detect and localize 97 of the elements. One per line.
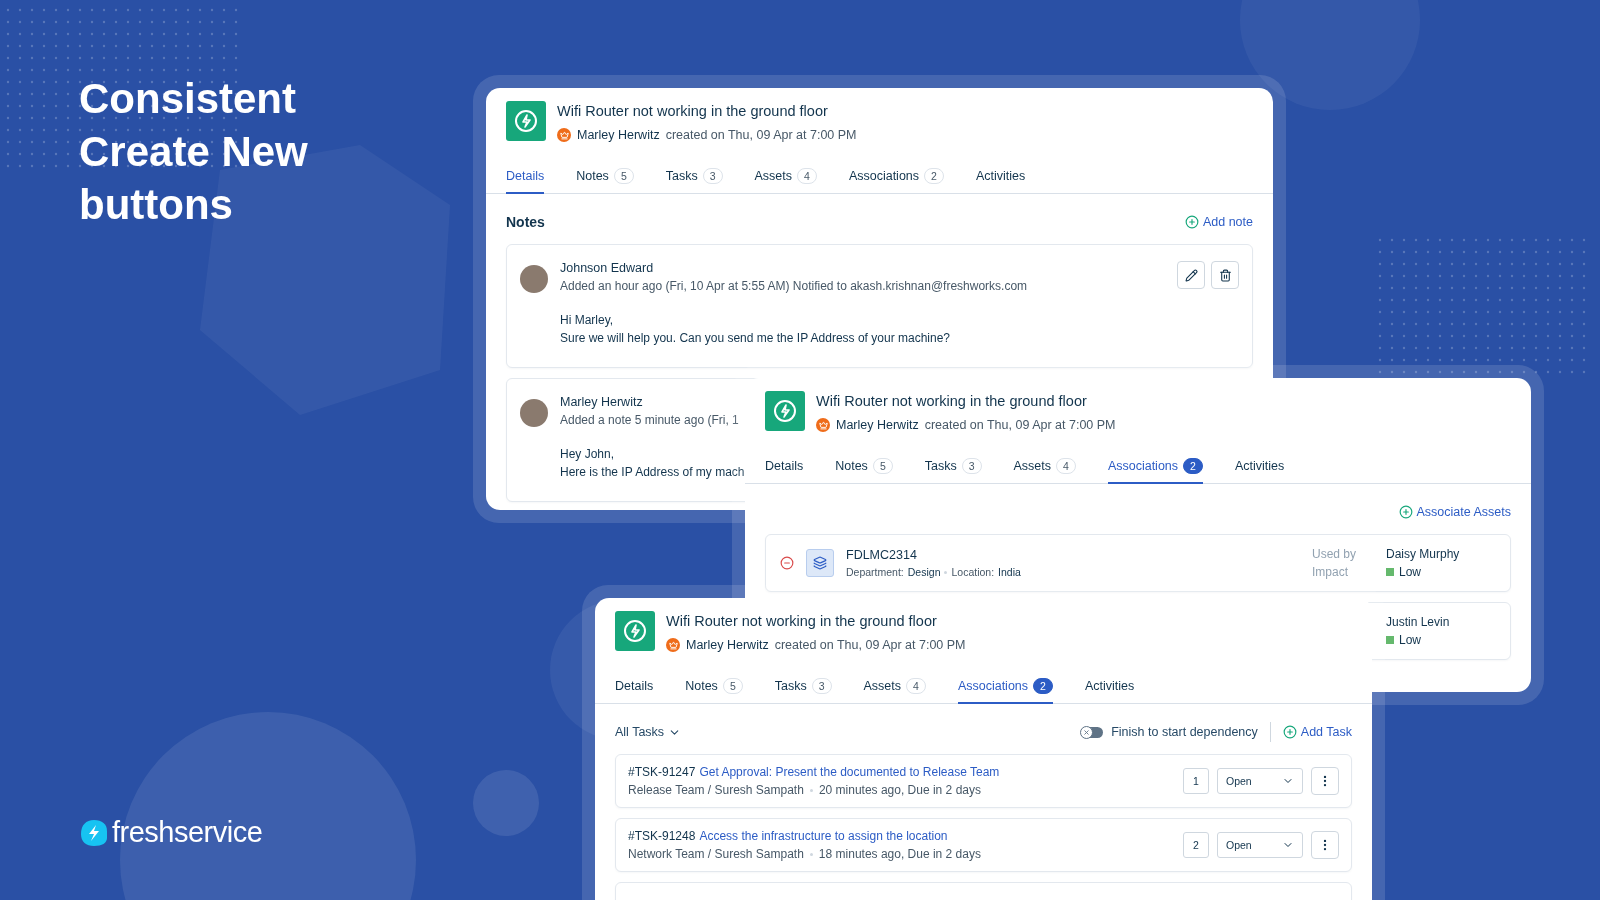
tab[interactable]: Details: [615, 674, 654, 704]
ticket-icon: [765, 391, 805, 431]
author-name: Marley Herwitz: [577, 128, 660, 142]
headline: Consistent Create New buttons: [79, 74, 309, 230]
count-badge: 5: [613, 168, 634, 184]
status-dropdown[interactable]: Open: [1217, 832, 1303, 858]
order-field[interactable]: 2: [1183, 832, 1209, 858]
tab[interactable]: Tasks 3: [665, 164, 723, 194]
tab[interactable]: Activities: [1234, 454, 1285, 484]
layers-icon: [813, 556, 827, 570]
user-name: Justin Levin: [1386, 615, 1451, 629]
field-label: Location:: [951, 566, 995, 578]
count-badge: 3: [961, 458, 982, 474]
impact-value: Low: [1399, 565, 1421, 579]
task-id: #TSK-91247: [628, 765, 696, 779]
count-badge: 4: [1056, 458, 1076, 474]
note-author: Johnson Edward: [560, 261, 654, 275]
task-link[interactable]: Get Approval: Present the documented to Release Team: [699, 765, 1000, 779]
count-badge: 3: [702, 168, 723, 184]
bolt-logo-icon: [80, 818, 108, 847]
tab[interactable]: Tasks 3: [774, 674, 832, 704]
count-badge: 5: [722, 678, 743, 694]
tab[interactable]: Tasks 3: [924, 454, 982, 484]
note-meta: Added an hour ago (Fri, 10 Apr at 5:55 AM) Notified to akash.krishnan@freshworks.com: [560, 279, 1028, 293]
tab[interactable]: Assets 4: [1013, 454, 1076, 484]
brand-name: freshservice: [112, 816, 263, 849]
trash-icon: [1218, 268, 1232, 282]
tab[interactable]: Details: [765, 454, 804, 484]
ticket-icon: [506, 101, 546, 141]
order-field[interactable]: 1: [1183, 768, 1209, 794]
asset-name: FDLMC2314: [846, 548, 918, 562]
plus-icon: [1184, 215, 1199, 229]
add-link[interactable]: Associate Assets: [1398, 505, 1511, 519]
impact-square: [1386, 568, 1394, 576]
ticket-title: Wifi Router not working in the ground floor: [557, 103, 829, 119]
ticket-icon: [615, 611, 655, 651]
field-label: Department:: [846, 566, 904, 578]
tab[interactable]: Notes 5: [835, 454, 893, 484]
remove-icon[interactable]: [780, 556, 794, 570]
close-icon: [1083, 728, 1091, 736]
tab[interactable]: Activities: [1084, 674, 1135, 704]
filter-dropdown[interactable]: All Tasks: [615, 725, 682, 739]
tab[interactable]: Assets 4: [863, 674, 926, 704]
count-badge: 2: [924, 168, 944, 184]
task-team: Release Team / Suresh Sampath: [628, 783, 804, 797]
tab[interactable]: Assets 4: [754, 164, 817, 194]
author-name: Marley Herwitz: [836, 418, 919, 432]
pencil-icon: [1184, 268, 1198, 282]
count-badge: 4: [906, 678, 926, 694]
tab[interactable]: Details: [506, 164, 545, 194]
tab[interactable]: Notes 5: [576, 164, 634, 194]
field-value: Design: [907, 566, 941, 578]
task-time: 18 minutes ago, Due in 2 days: [818, 847, 981, 861]
tab[interactable]: Associations 2: [1107, 454, 1203, 484]
field-value: India: [998, 566, 1021, 578]
add-link[interactable]: Add Task: [1282, 725, 1352, 739]
created-date: created on Thu, 09 Apr at 7:00 PM: [774, 638, 966, 652]
tab[interactable]: Activities: [975, 164, 1026, 194]
tab[interactable]: Associations 2: [957, 674, 1053, 704]
edit-button[interactable]: [1177, 261, 1205, 289]
add-link[interactable]: Add note: [1184, 215, 1253, 229]
impact-value: Low: [1399, 633, 1421, 647]
count-badge: 5: [872, 458, 893, 474]
impact-square: [1386, 636, 1394, 644]
impact-label: Impact: [1312, 565, 1349, 579]
delete-button[interactable]: [1211, 261, 1239, 289]
tab[interactable]: Notes 5: [685, 674, 743, 704]
note-text: Here is the IP Address of my mach: [560, 465, 745, 479]
plus-icon: [1398, 505, 1413, 519]
count-badge: 2: [1183, 458, 1203, 474]
task-link[interactable]: Access the infrastructure to assign the location: [699, 829, 948, 843]
task-time: 20 minutes ago, Due in 2 days: [818, 783, 981, 797]
ticket-title: Wifi Router not working in the ground floor: [816, 393, 1088, 409]
tab[interactable]: Associations 2: [848, 164, 944, 194]
toggle-switch[interactable]: [1081, 726, 1104, 738]
note-text: Hi Marley,: [560, 313, 614, 327]
note-text: Sure we will help you. Can you send me the IP Address of your machine?: [560, 331, 950, 345]
status-dropdown[interactable]: Open: [1217, 768, 1303, 794]
avatar: [520, 399, 548, 427]
ticket-title: Wifi Router not working in the ground floor: [666, 613, 938, 629]
note-text: Hey John,: [560, 447, 615, 461]
count-badge: 2: [1033, 678, 1053, 694]
section-title: Notes: [506, 214, 545, 230]
note-author: Marley Herwitz: [560, 395, 643, 409]
count-badge: 4: [797, 168, 817, 184]
created-date: created on Thu, 09 Apr at 7:00 PM: [924, 418, 1116, 432]
note-meta: Added a note 5 minute ago (Fri, 1: [560, 413, 739, 427]
count-badge: 3: [811, 678, 832, 694]
avatar: [520, 265, 548, 293]
toggle-label: Finish to start dependency: [1111, 725, 1258, 739]
created-date: created on Thu, 09 Apr at 7:00 PM: [665, 128, 857, 142]
plus-icon: [1282, 725, 1297, 739]
author-name: Marley Herwitz: [686, 638, 769, 652]
task-id: #TSK-91248: [628, 829, 696, 843]
task-team: Network Team / Suresh Sampath: [628, 847, 804, 861]
used-by-label: Used by: [1312, 547, 1358, 561]
user-name: Daisy Murphy: [1386, 547, 1461, 561]
